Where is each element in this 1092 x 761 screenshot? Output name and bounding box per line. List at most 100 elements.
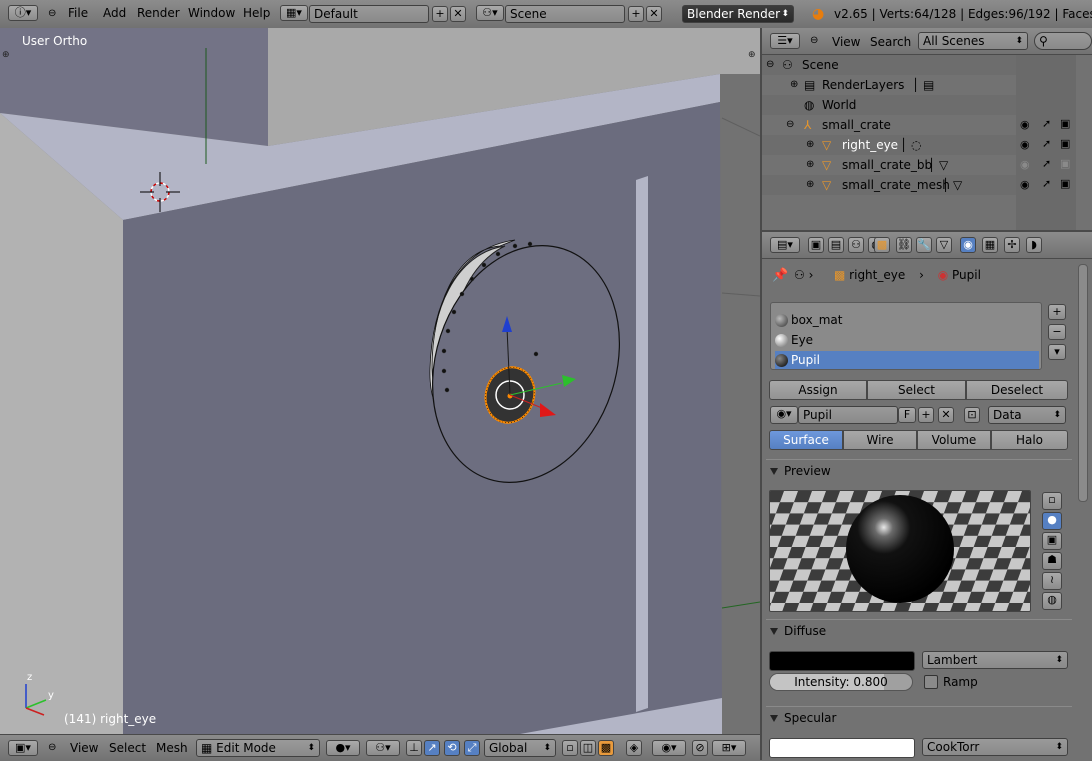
tab-physics-icon[interactable]: ◗ [1026,237,1042,253]
menu-help[interactable]: Help [243,6,270,20]
scale-icon[interactable]: ⤢ [464,740,480,756]
viewport-corner-plus-icon-right[interactable]: ⊕ [748,50,756,60]
3d-viewport[interactable]: User Ortho ⊕ ⊕ z y (141) right_eye [0,28,760,734]
collapse-toggle-icon[interactable]: ⊖ [786,115,794,135]
preview-flat-icon[interactable]: ▫ [1042,492,1062,510]
select-arrow-icon[interactable]: ➚ [1042,177,1051,190]
expand-toggle-icon[interactable]: ⊕ [790,75,798,95]
remove-slot-icon[interactable]: − [1048,324,1066,340]
render-camera-icon[interactable]: ▣ [1060,117,1070,130]
menu-mesh[interactable]: Mesh [156,741,188,755]
tab-object-icon[interactable]: ▩ [874,237,890,253]
render-engine-select[interactable]: Blender Render ⬍ [682,5,794,23]
menu-render[interactable]: Render [137,6,180,20]
rotate-icon[interactable]: ⟲ [444,740,460,756]
outliner-menu-search[interactable]: Search [870,35,911,49]
tab-scene-icon[interactable]: ⚇ [848,237,864,253]
tab-data-icon[interactable]: ▽ [936,237,952,253]
browse-material-icon[interactable]: ◉▾ [770,406,798,424]
occlude-geometry-icon[interactable]: ◈ [626,740,642,756]
add-layout-icon[interactable]: + [432,6,448,22]
pivot-point-icon[interactable]: ⚇▾ [366,740,400,756]
intensity-slider[interactable]: Intensity: 0.800 [769,673,913,691]
preview-cube-icon[interactable]: ▣ [1042,532,1062,550]
outliner-filter-select[interactable]: All Scenes ⬍ [918,32,1028,50]
preview-panel-header[interactable]: Preview [766,459,1072,482]
pin-icon[interactable]: 📌 [772,268,788,283]
tab-wire[interactable]: Wire [843,430,917,450]
material-slot-pupil[interactable]: Pupil [775,351,1039,369]
proportional-edit-icon[interactable]: ◉▾ [652,740,686,756]
properties-scrollbar[interactable] [1078,264,1088,502]
expand-toggle-icon[interactable]: ⊕ [806,135,814,155]
viewport-corner-plus-icon[interactable]: ⊕ [2,50,10,60]
menu-file[interactable]: File [68,6,88,20]
remove-scene-icon[interactable]: ✕ [646,6,662,22]
specular-color-swatch[interactable] [769,738,915,758]
fake-user-button[interactable]: F [898,407,916,423]
edge-select-icon[interactable]: ◫ [580,740,596,756]
tab-render-layers-icon[interactable]: ▤ [828,237,844,253]
editor-type-icon[interactable]: ▣▾ [8,740,38,756]
preview-hair-icon[interactable]: ≀ [1042,572,1062,590]
visibility-eye-icon[interactable]: ◉ [1020,138,1030,151]
expand-toggle-icon[interactable]: ⊕ [806,175,814,195]
material-link-select[interactable]: Data ⬍ [988,406,1066,424]
menu-add[interactable]: Add [103,6,126,20]
select-button[interactable]: Select [867,380,966,400]
specular-panel-header[interactable]: Specular [766,706,1072,729]
unlink-material-icon[interactable]: ✕ [938,407,954,423]
add-scene-icon[interactable]: + [628,6,644,22]
properties-editor-icon[interactable]: ▤▾ [770,237,800,253]
preview-sphere-icon[interactable]: ● [1042,512,1062,530]
tab-halo[interactable]: Halo [991,430,1068,450]
scene-field[interactable]: Scene [505,5,625,23]
outliner-search-field[interactable]: ⚲ [1034,32,1092,50]
specular-shader-select[interactable]: CookTorr ⬍ [922,738,1068,756]
snap-toggle-icon[interactable]: ⊘ [692,740,708,756]
diffuse-shader-select[interactable]: Lambert ⬍ [922,651,1068,669]
tab-material-icon[interactable]: ◉ [960,237,976,253]
remove-layout-icon[interactable]: ✕ [450,6,466,22]
ramp-checkbox[interactable] [924,675,938,689]
outliner-collapse-icon[interactable]: ⊖ [810,35,818,46]
visibility-eye-icon[interactable]: ◉ [1020,118,1030,131]
material-slot-box-mat[interactable]: box_mat [775,311,1039,329]
outliner-menu-view[interactable]: View [832,35,860,49]
add-slot-icon[interactable]: + [1048,304,1066,320]
collapse-toggle-icon[interactable]: ⊖ [766,55,774,75]
tab-texture-icon[interactable]: ▦ [982,237,998,253]
preview-sphere-sky-icon[interactable]: ◍ [1042,592,1062,610]
collapse-menu-icon[interactable]: ⊖ [48,8,56,19]
viewport-shading-icon[interactable]: ●▾ [326,740,360,756]
orientation-select[interactable]: Global ⬍ [484,739,556,757]
material-slot-list[interactable]: box_mat Eye Pupil [770,302,1042,370]
screen-layout-field[interactable]: Default [309,5,429,23]
info-editor-icon[interactable]: ⓘ▾ [8,5,38,21]
tab-volume[interactable]: Volume [917,430,991,450]
screen-layout-icon[interactable]: ▦▾ [280,5,308,21]
menu-window[interactable]: Window [188,6,235,20]
scene-icon[interactable]: ⚇▾ [476,5,504,21]
tab-render-icon[interactable]: ▣ [808,237,824,253]
slot-specials-icon[interactable]: ▾ [1048,344,1066,360]
tab-surface[interactable]: Surface [769,430,843,450]
tab-modifiers-icon[interactable]: 🔧 [916,237,932,253]
diffuse-color-swatch[interactable] [769,651,915,671]
new-material-icon[interactable]: + [918,407,934,423]
vertex-select-icon[interactable]: ▫ [562,740,578,756]
visibility-eye-icon[interactable]: ◉ [1020,178,1030,191]
tab-particles-icon[interactable]: ✢ [1004,237,1020,253]
translate-icon[interactable]: ↗ [424,740,440,756]
material-link-icon[interactable]: ⊡ [964,407,980,423]
collapse-header-icon[interactable]: ⊖ [48,742,56,753]
select-arrow-icon[interactable]: ➚ [1042,117,1051,130]
material-name-field[interactable]: Pupil [798,406,898,424]
manipulator-toggle-icon[interactable]: ⊥ [406,740,422,756]
select-arrow-icon[interactable]: ➚ [1042,137,1051,150]
menu-select[interactable]: Select [109,741,146,755]
select-arrow-icon[interactable]: ➚ [1042,157,1051,170]
render-camera-icon[interactable]: ▣ [1060,157,1070,170]
snap-element-icon[interactable]: ⊞▾ [712,740,746,756]
visibility-eye-icon[interactable]: ◉ [1020,158,1030,171]
